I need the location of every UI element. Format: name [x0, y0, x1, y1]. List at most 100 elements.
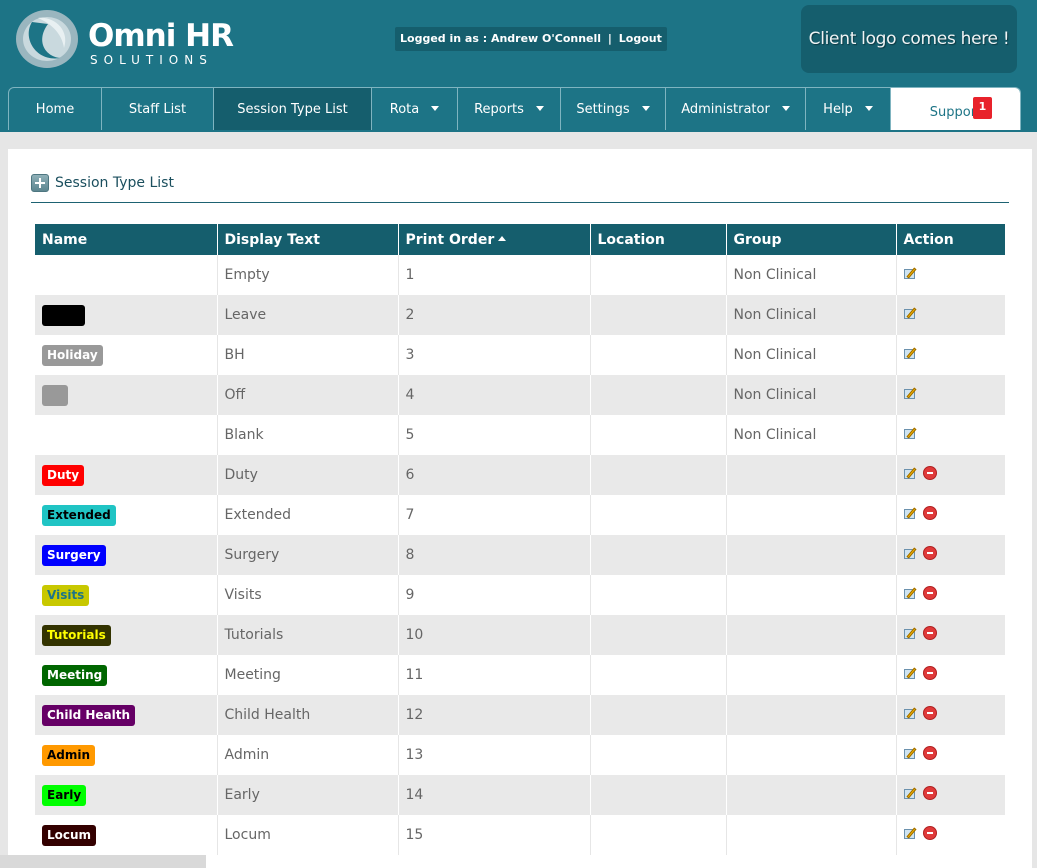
- edit-icon[interactable]: [903, 787, 919, 800]
- row-actions: [903, 746, 937, 761]
- nav-rota-label: Rota: [389, 102, 420, 117]
- cell-print-order: 7: [398, 495, 591, 535]
- edit-icon[interactable]: [903, 426, 919, 440]
- cell-location: [590, 655, 727, 695]
- nav-rota[interactable]: Rota: [372, 88, 458, 130]
- nav-administrator[interactable]: Administrator: [666, 88, 806, 130]
- cell-display-text: Surgery: [217, 535, 399, 575]
- nav-home[interactable]: Home: [9, 88, 102, 130]
- edit-icon[interactable]: [903, 667, 919, 680]
- cell-location: [590, 775, 727, 815]
- delete-icon[interactable]: [922, 706, 937, 721]
- nav-help[interactable]: Help: [806, 88, 891, 130]
- column-header-label: Location: [597, 231, 665, 248]
- session-name-tag: Early: [42, 784, 87, 806]
- section-title: Session Type List: [55, 175, 174, 191]
- logout-link[interactable]: Logout: [619, 32, 662, 45]
- delete-icon[interactable]: [922, 826, 937, 841]
- content-panel: Session Type List Name Display Text Prin…: [8, 149, 1032, 868]
- cell-print-order: 6: [398, 455, 591, 495]
- cell-location: [590, 455, 727, 495]
- cell-action: [896, 255, 1005, 295]
- edit-icon[interactable]: [903, 386, 919, 400]
- nav-staff-list[interactable]: Staff List: [102, 88, 214, 130]
- delete-icon[interactable]: [922, 546, 937, 561]
- cell-display-text: Off: [217, 375, 399, 415]
- cell-group: [726, 775, 897, 815]
- column-header-label: Name: [42, 231, 88, 248]
- cell-print-order: 15: [398, 815, 591, 855]
- cell-print-order: 5: [398, 415, 591, 455]
- nav-reports[interactable]: Reports: [458, 88, 561, 130]
- nav-session-type-list[interactable]: Session Type List: [214, 88, 372, 130]
- delete-icon[interactable]: [922, 586, 937, 601]
- nav-settings[interactable]: Settings: [561, 88, 666, 130]
- cell-action: [896, 775, 1005, 815]
- cell-action: [896, 495, 1005, 535]
- chevron-down-icon: [781, 105, 790, 111]
- row-actions: [903, 426, 919, 440]
- delete-icon[interactable]: [922, 786, 937, 801]
- cell-group: [726, 535, 897, 575]
- session-name-tag: Visits: [42, 584, 90, 606]
- edit-icon[interactable]: [903, 627, 919, 640]
- edit-icon[interactable]: [903, 707, 919, 720]
- delete-icon[interactable]: [922, 506, 937, 521]
- column-header-print-order[interactable]: Print Order: [398, 224, 591, 255]
- edit-icon[interactable]: [903, 507, 919, 520]
- edit-icon[interactable]: [903, 346, 919, 360]
- edit-icon[interactable]: [903, 547, 919, 560]
- section-header[interactable]: Session Type List: [31, 171, 174, 195]
- cell-name: Meeting: [35, 655, 218, 695]
- cell-display-text: Admin: [217, 735, 399, 775]
- cell-location: [590, 695, 727, 735]
- nav-session-type-list-label: Session Type List: [237, 102, 348, 117]
- delete-icon[interactable]: [922, 746, 937, 761]
- table-row: Admin Admin 13: [35, 735, 1005, 775]
- cell-action: [896, 575, 1005, 615]
- delete-icon[interactable]: [922, 626, 937, 641]
- session-type-table: Name Display Text Print Order Location G…: [35, 224, 1005, 855]
- chevron-down-icon: [535, 105, 544, 111]
- cell-display-text: Early: [217, 775, 399, 815]
- row-actions: [903, 506, 937, 521]
- edit-icon[interactable]: [903, 467, 919, 480]
- row-actions: [903, 386, 919, 400]
- cell-print-order: 14: [398, 775, 591, 815]
- section-divider: [31, 202, 1009, 203]
- cell-action: [896, 655, 1005, 695]
- column-header-display-text[interactable]: Display Text: [217, 224, 399, 255]
- column-header-group[interactable]: Group: [726, 224, 897, 255]
- session-color-swatch: [42, 304, 85, 326]
- cell-display-text: Tutorials: [217, 615, 399, 655]
- edit-icon[interactable]: [903, 827, 919, 840]
- nav-support[interactable]: Support 1: [891, 88, 1020, 130]
- omni-hr-logo[interactable]: Omni HR SOLUTIONS: [14, 8, 244, 70]
- edit-icon[interactable]: [903, 306, 919, 320]
- cell-location: [590, 415, 727, 455]
- column-header-label: Group: [733, 231, 782, 248]
- nav-reports-label: Reports: [474, 102, 524, 117]
- cell-action: [896, 535, 1005, 575]
- nav-administrator-label: Administrator: [681, 102, 770, 117]
- session-name-tag: Locum: [42, 824, 97, 846]
- cell-action: [896, 455, 1005, 495]
- cell-action: [896, 735, 1005, 775]
- edit-icon[interactable]: [903, 747, 919, 760]
- cell-group: [726, 815, 897, 855]
- session-name-tag: Tutorials: [42, 624, 111, 646]
- plus-icon[interactable]: [31, 174, 49, 192]
- column-header-name[interactable]: Name: [35, 224, 218, 255]
- delete-icon[interactable]: [922, 666, 937, 681]
- cell-action: [896, 335, 1005, 375]
- delete-icon[interactable]: [922, 466, 937, 481]
- edit-icon[interactable]: [903, 587, 919, 600]
- table-row: Leave 2 Non Clinical: [35, 295, 1005, 335]
- support-count-badge: 1: [973, 97, 992, 119]
- horizontal-scrollbar[interactable]: [0, 855, 206, 868]
- column-header-location[interactable]: Location: [590, 224, 727, 255]
- cell-name: Admin: [35, 735, 218, 775]
- cell-display-text: Empty: [217, 255, 399, 295]
- edit-icon[interactable]: [903, 266, 919, 280]
- cell-action: [896, 295, 1005, 335]
